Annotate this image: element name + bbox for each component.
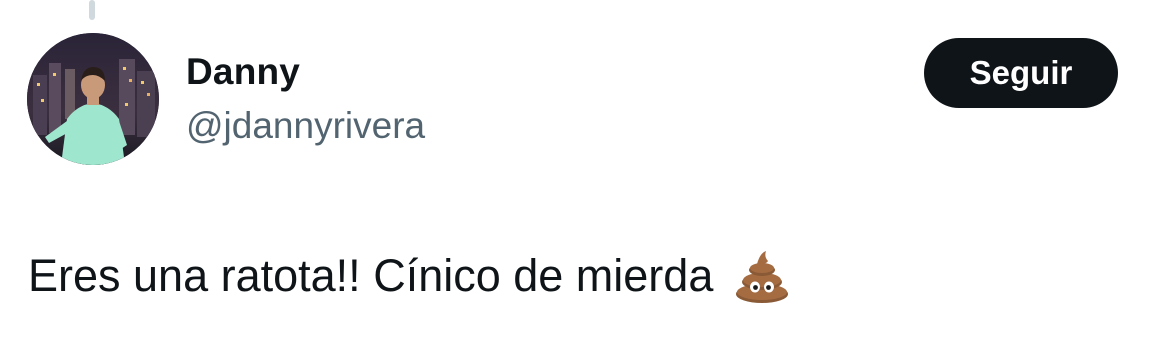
author-handle[interactable]: @jdannyrivera [186,104,425,148]
user-info: Danny @jdannyrivera [186,50,425,148]
author-display-name[interactable]: Danny [186,50,425,94]
follow-button[interactable]: Seguir [924,38,1118,108]
tweet-text: Eres una ratota!! Cínico de mierda [28,250,714,301]
thread-connector-line [89,0,95,20]
avatar-photo [27,33,159,165]
tweet-body: Eres una ratota!! Cínico de mierda [28,246,791,306]
avatar[interactable] [27,33,159,165]
pile-of-poo-icon [733,247,791,305]
